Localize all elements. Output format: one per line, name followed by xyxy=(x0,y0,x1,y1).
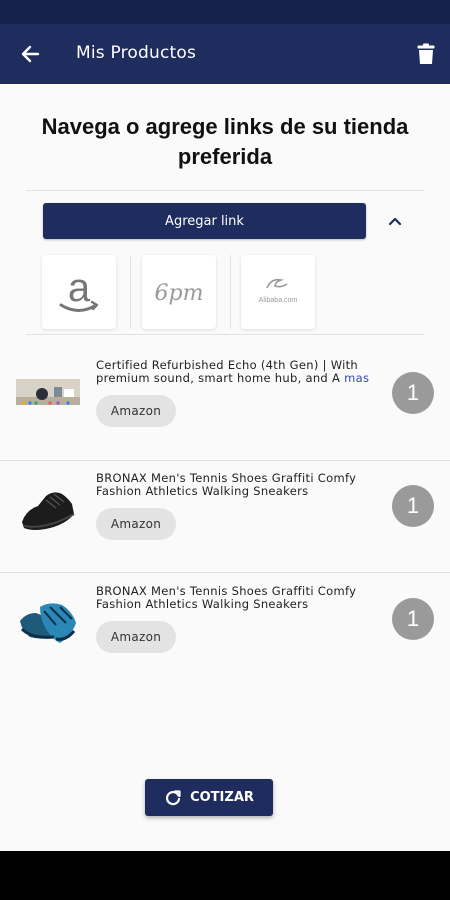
store-chip[interactable]: Amazon xyxy=(96,395,176,427)
refresh-icon xyxy=(166,789,181,805)
more-link[interactable]: mas xyxy=(344,371,369,385)
store-card-alibaba[interactable]: Alibaba.com xyxy=(241,255,315,329)
status-bar xyxy=(0,0,450,24)
store-separator xyxy=(230,255,231,329)
cotizar-label: COTIZAR xyxy=(190,790,254,805)
product-name: Certified Refurbished Echo (4th Gen) | W… xyxy=(96,358,370,385)
quantity-badge[interactable]: 1 xyxy=(392,485,434,527)
product-item[interactable]: BRONAX Men's Tennis Shoes Graffiti Comfy… xyxy=(0,460,450,572)
store-card-6pm[interactable]: 6pm xyxy=(142,255,216,329)
product-item[interactable]: Certified Refurbished Echo (4th Gen) | W… xyxy=(0,347,450,459)
system-nav-bar xyxy=(0,851,450,900)
product-name: BRONAX Men's Tennis Shoes Graffiti Comfy… xyxy=(96,584,357,611)
svg-text:a: a xyxy=(68,266,91,310)
divider xyxy=(26,190,424,191)
trash-icon xyxy=(417,43,435,64)
collapse-button[interactable] xyxy=(380,206,410,236)
add-link-button[interactable]: Agregar link xyxy=(43,203,366,239)
alibaba-logo: Alibaba.com xyxy=(259,278,298,304)
product-item[interactable]: BRONAX Men's Tennis Shoes Graffiti Comfy… xyxy=(0,573,450,685)
svg-text:6pm: 6pm xyxy=(155,281,204,306)
store-card-amazon[interactable]: a xyxy=(42,255,116,329)
store-chip[interactable]: Amazon xyxy=(96,621,176,653)
back-button[interactable] xyxy=(14,39,46,69)
6pm-logo: 6pm xyxy=(155,281,204,306)
amazon-logo: a xyxy=(59,266,99,312)
store-chip[interactable]: Amazon xyxy=(96,508,176,540)
arrow-back-icon xyxy=(21,45,40,63)
quantity-badge[interactable]: 1 xyxy=(392,372,434,414)
app-title: Mis Productos xyxy=(76,43,197,63)
page-heading: Navega o agrege links de su tienda prefe… xyxy=(41,114,409,169)
black-sneaker-image xyxy=(22,492,75,530)
product-name: BRONAX Men's Tennis Shoes Graffiti Comfy… xyxy=(96,471,357,498)
echo-speaker-image xyxy=(16,379,80,405)
delete-button[interactable] xyxy=(412,39,440,69)
quantity-badge[interactable]: 1 xyxy=(392,598,434,640)
store-separator xyxy=(130,255,131,329)
chevron-up-icon xyxy=(388,217,402,226)
blue-sneaker-image xyxy=(20,603,76,643)
cotizar-button[interactable]: COTIZAR xyxy=(145,779,273,816)
divider xyxy=(26,334,424,335)
app-bar: Mis Productos xyxy=(0,24,450,84)
svg-text:Alibaba.com: Alibaba.com xyxy=(259,297,298,304)
